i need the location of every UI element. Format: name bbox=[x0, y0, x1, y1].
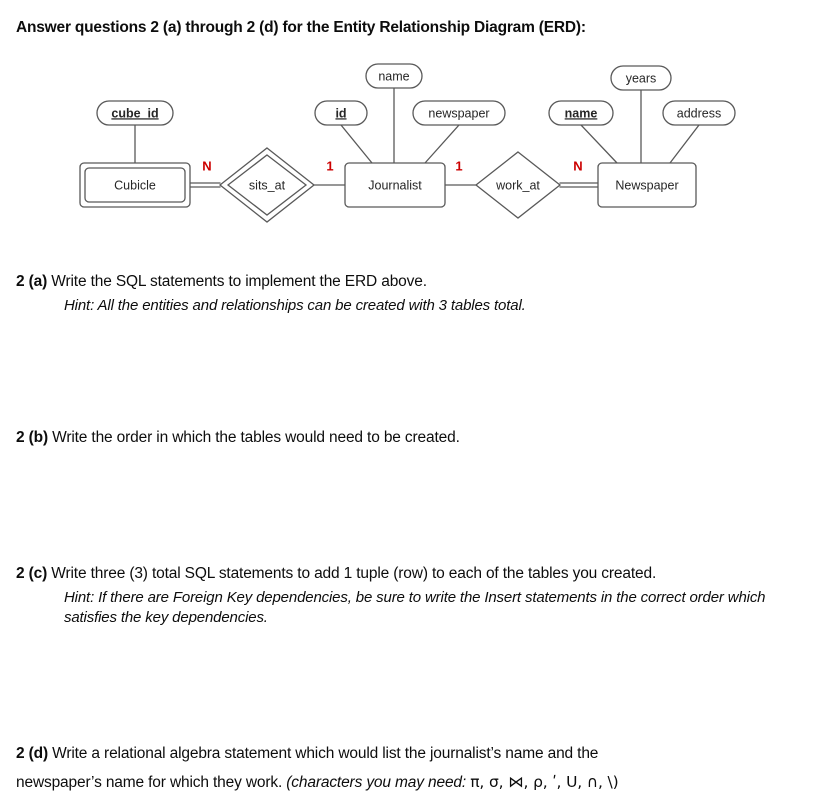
attribute-newspaper-name-label: name bbox=[565, 106, 598, 120]
question-2a-hint: Hint: All the entities and relationships… bbox=[64, 296, 526, 314]
connector-id-journalist bbox=[340, 124, 373, 164]
page-title: Answer questions 2 (a) through 2 (d) for… bbox=[16, 19, 586, 36]
question-2d: 2 (d) Write a relational algebra stateme… bbox=[16, 744, 806, 794]
entity-journalist-label: Journalist bbox=[368, 178, 422, 192]
cardinality-journalist-work_at: 1 bbox=[455, 158, 462, 173]
cardinality-journalist-sits_at: 1 bbox=[326, 158, 333, 173]
entity-newspaper-label: Newspaper bbox=[615, 178, 678, 192]
question-2a: 2 (a) Write the SQL statements to implem… bbox=[16, 272, 806, 316]
entity-cubicle-label: Cubicle bbox=[114, 178, 156, 192]
relationship-sits_at-label: sits_at bbox=[249, 178, 286, 192]
cardinality-newspaper-work_at: N bbox=[573, 158, 582, 173]
attribute-journalist-name-label: name bbox=[378, 69, 409, 83]
question-2b-text: Write the order in which the tables woul… bbox=[52, 429, 460, 446]
question-2d-label: 2 (d) bbox=[16, 745, 48, 762]
attribute-journalist-id-label: id bbox=[335, 106, 346, 120]
connector-newspaper-journalist bbox=[424, 124, 460, 164]
erd-svg: Cubicle Journalist Newspaper sits_at wor… bbox=[79, 63, 736, 223]
cardinality-cubicle-sits_at: N bbox=[202, 158, 211, 173]
question-2a-text: Write the SQL statements to implement th… bbox=[51, 273, 427, 290]
question-2b: 2 (b) Write the order in which the table… bbox=[16, 428, 806, 449]
attribute-journalist-newspaper-label: newspaper bbox=[428, 106, 489, 120]
relationship-work_at-label: work_at bbox=[495, 178, 540, 192]
question-2c-label: 2 (c) bbox=[16, 565, 48, 582]
entity-relationship-diagram: Cubicle Journalist Newspaper sits_at wor… bbox=[0, 52, 818, 232]
question-2c-text: Write three (3) total SQL statements to … bbox=[51, 565, 657, 582]
question-2c: 2 (c) Write three (3) total SQL statemen… bbox=[16, 564, 806, 628]
question-2d-chars-prefix: (characters you may need: bbox=[286, 773, 467, 791]
attribute-cube_id-label: cube_id bbox=[111, 106, 158, 120]
question-2a-label: 2 (a) bbox=[16, 273, 48, 290]
question-2d-text-line1: Write a relational algebra statement whi… bbox=[52, 745, 599, 762]
connector-address-newspaper bbox=[669, 124, 700, 164]
page-canvas: Answer questions 2 (a) through 2 (d) for… bbox=[0, 0, 818, 805]
question-2d-algebra-symbols: π, σ, ⋈, ρ, ʹ, U, ∩, \) bbox=[470, 772, 619, 791]
connector-name-newspaper bbox=[580, 124, 618, 164]
question-2b-label: 2 (b) bbox=[16, 429, 48, 446]
question-2c-hint: Hint: If there are Foreign Key dependenc… bbox=[64, 588, 766, 627]
attribute-newspaper-address-label: address bbox=[677, 106, 721, 120]
attribute-newspaper-years-label: years bbox=[626, 71, 657, 85]
question-2d-text-line2: newspaper’s name for which they work. bbox=[16, 773, 283, 791]
